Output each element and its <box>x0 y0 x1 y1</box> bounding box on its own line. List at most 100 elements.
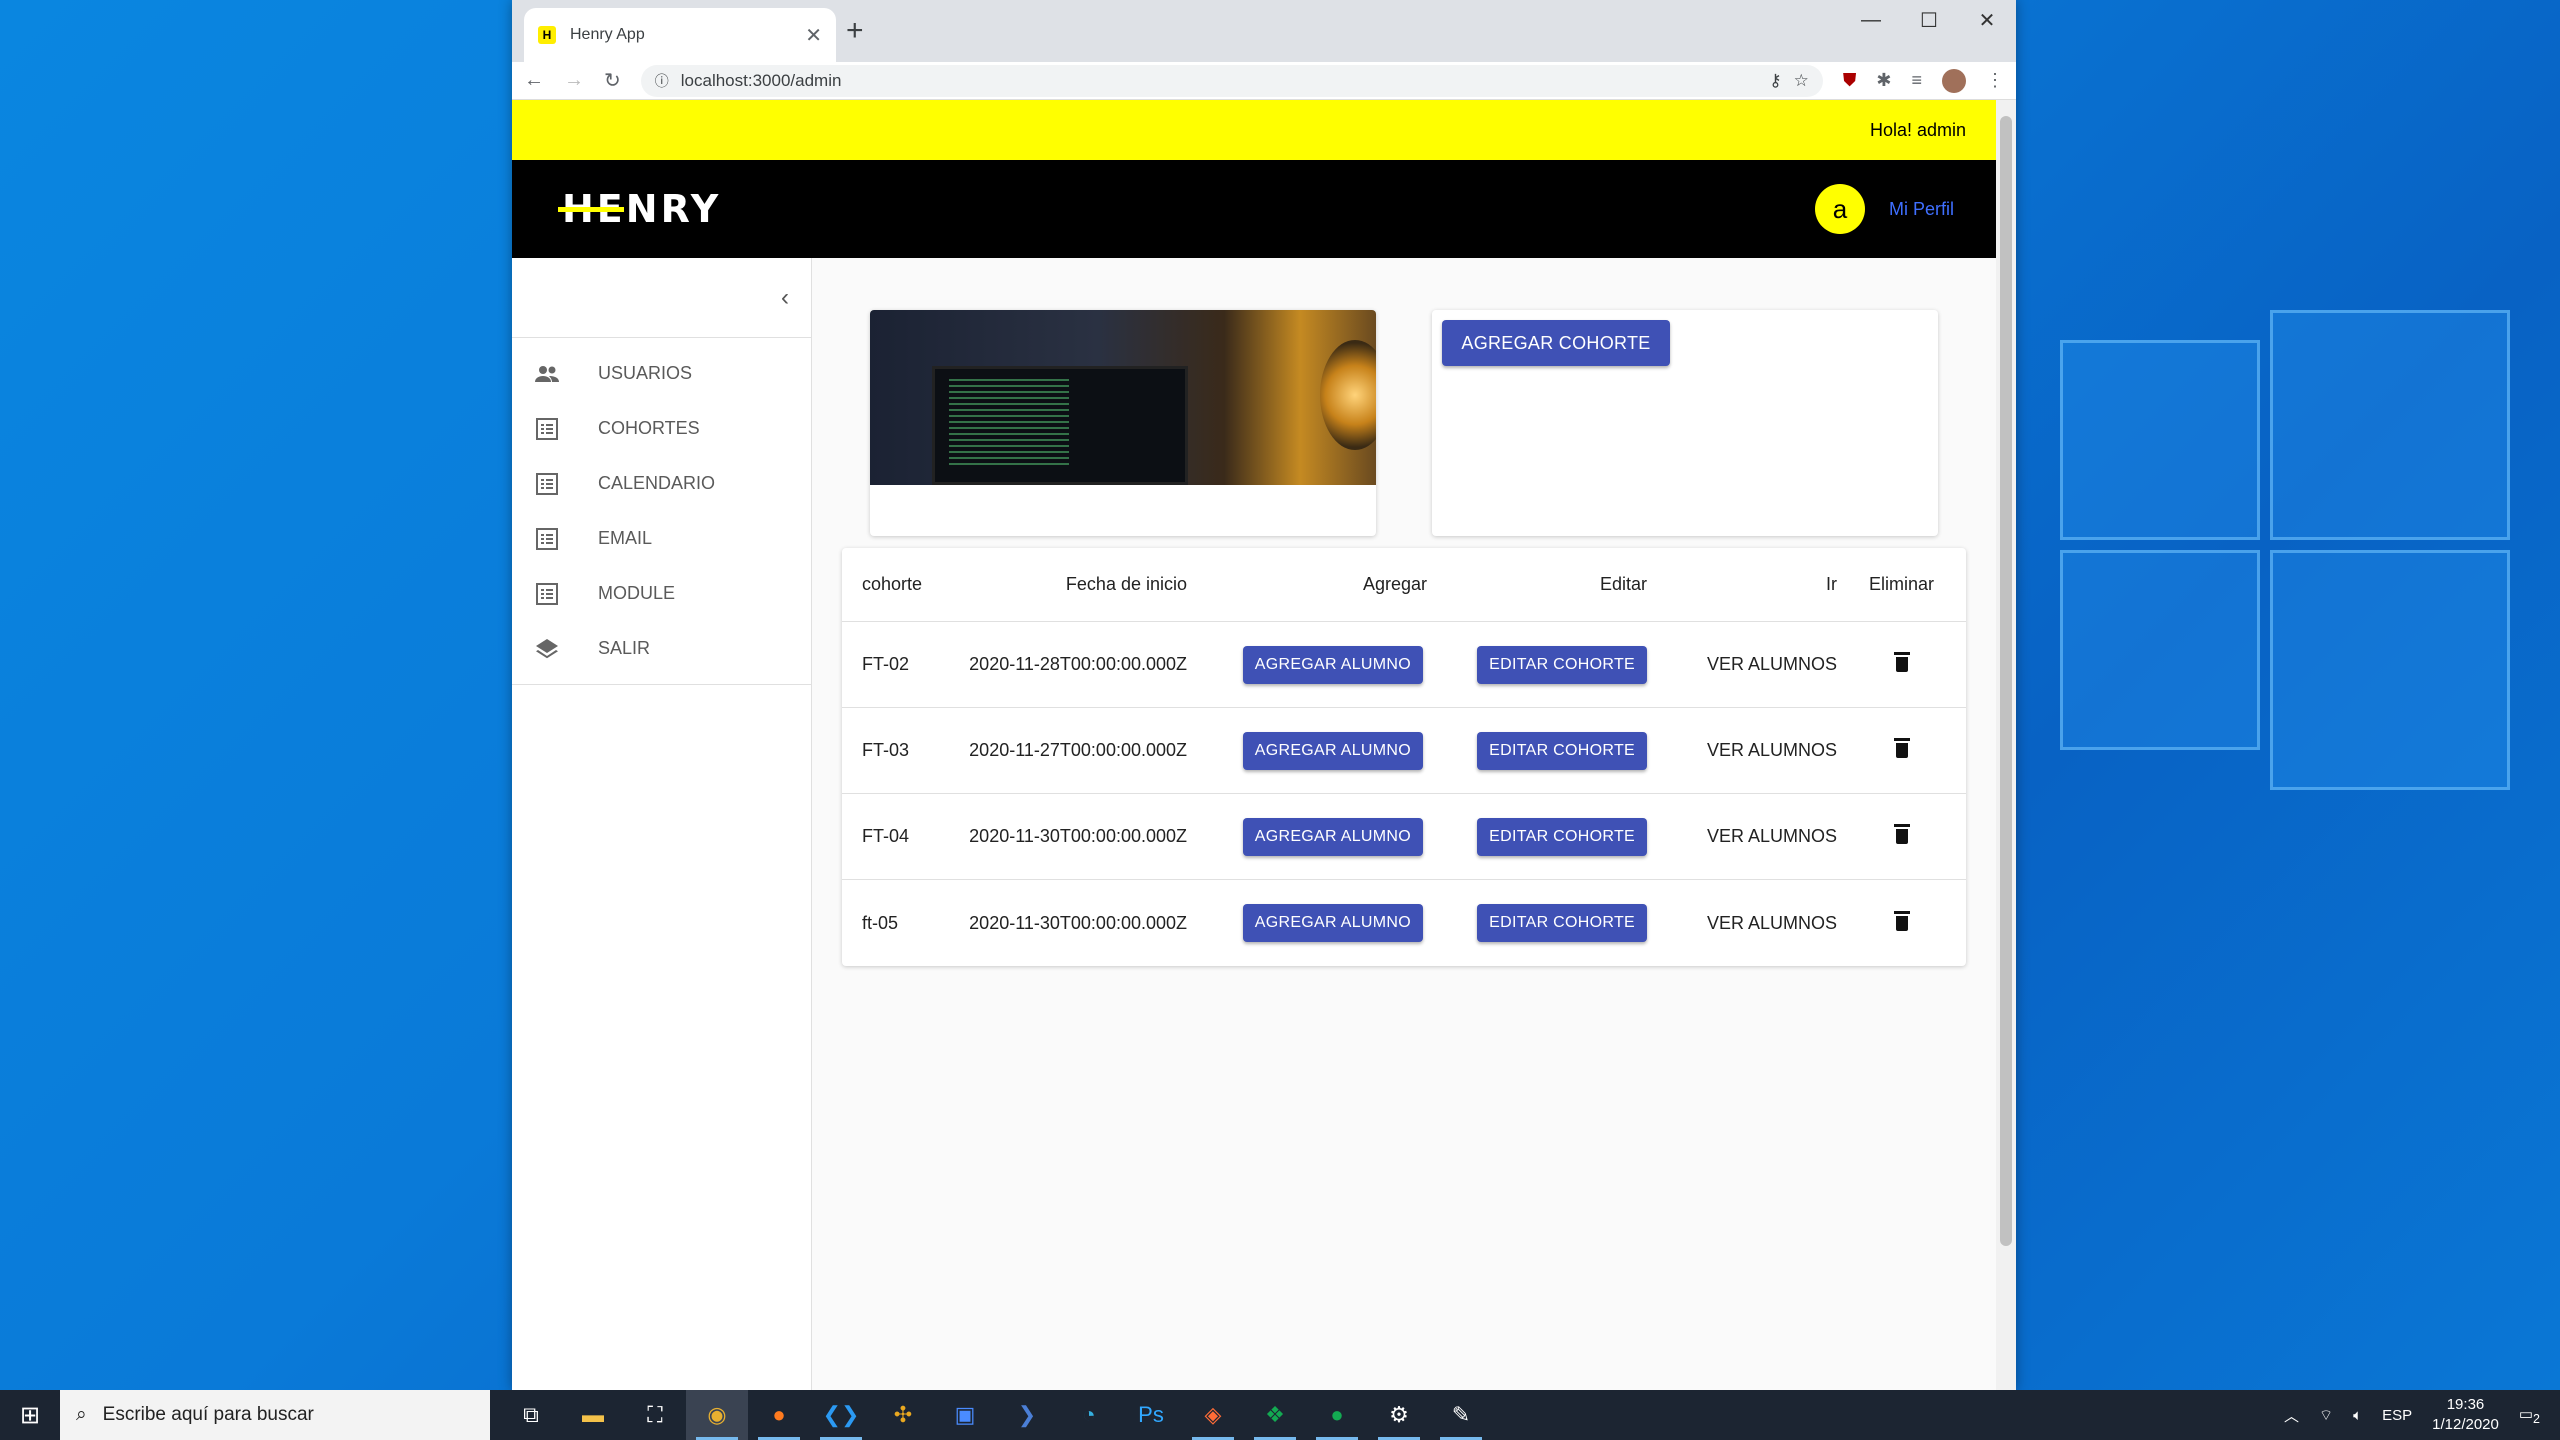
table-row: FT-03 2020-11-27T00:00:00.000Z AGREGAR A… <box>842 708 1966 794</box>
zoom-icon[interactable]: ▣ <box>934 1390 996 1440</box>
view-students-button[interactable]: VER ALUMNOS <box>1647 826 1837 847</box>
sidebar-item-calendario[interactable]: CALENDARIO <box>512 456 811 511</box>
cohort-date: 2020-11-27T00:00:00.000Z <box>969 740 1187 760</box>
store-icon[interactable]: ⛶ <box>624 1390 686 1440</box>
scrollbar-thumb[interactable] <box>2000 116 2012 1246</box>
mongodb-icon[interactable]: ● <box>1306 1390 1368 1440</box>
minimize-icon[interactable]: — <box>1842 0 1900 40</box>
cohort-name: FT-02 <box>862 654 910 674</box>
info-icon[interactable]: ⓘ <box>655 71 669 91</box>
sidebar-item-label: EMAIL <box>598 528 653 548</box>
trash-icon[interactable] <box>1893 910 1910 931</box>
view-students-button[interactable]: VER ALUMNOS <box>1647 654 1837 675</box>
volume-icon[interactable]: 🔈︎ <box>2353 1407 2362 1424</box>
list-icon <box>534 471 560 497</box>
new-tab-icon[interactable]: + <box>846 14 864 48</box>
add-student-button[interactable]: AGREGAR ALUMNO <box>1242 645 1423 684</box>
sidebar-item-label: MODULE <box>598 583 676 603</box>
app-icon[interactable]: ✎ <box>1430 1390 1492 1440</box>
media-icon[interactable]: ≡ <box>1911 70 1922 91</box>
address-bar: ← → ↻ ⓘ localhost:3000/admin ⚷ ☆ ⛊ ✱ ≡ ⋮ <box>512 62 2016 100</box>
layers-icon <box>534 636 560 662</box>
trash-icon[interactable] <box>1893 738 1910 758</box>
postman-icon[interactable]: ◈ <box>1182 1390 1244 1440</box>
maximize-icon[interactable]: ☐ <box>1900 0 1958 40</box>
cohorts-table: cohorte Fecha de inicio Agregar Editar I… <box>842 548 1966 966</box>
forward-icon[interactable]: → <box>564 69 584 92</box>
language-indicator[interactable]: ESP <box>2382 1407 2412 1424</box>
header-agregar: Agregar <box>1362 574 1427 594</box>
profile-area: a Mi Perfil <box>1814 184 1954 234</box>
sidebar-header: ‹ <box>512 258 811 338</box>
ublock-icon[interactable]: ⛊ <box>1843 70 1857 91</box>
add-cohort-button[interactable]: AGREGAR COHORTE <box>1442 320 1670 366</box>
profile-avatar-icon[interactable] <box>1942 68 1966 93</box>
add-student-button[interactable]: AGREGAR ALUMNO <box>1242 904 1423 942</box>
sidebar-item-salir[interactable]: SALIR <box>512 621 811 676</box>
search-placeholder: Escribe aquí para buscar <box>102 1404 314 1425</box>
settings-icon[interactable]: ⚙ <box>1368 1390 1430 1440</box>
photoshop-icon[interactable]: Ps <box>1120 1390 1182 1440</box>
chevron-up-icon[interactable]: ︿ <box>2284 1405 2299 1426</box>
table-row: FT-04 2020-11-30T00:00:00.000Z AGREGAR A… <box>842 794 1966 880</box>
collapse-chevron-icon[interactable]: ‹ <box>781 284 789 312</box>
chrome-icon[interactable]: ◉ <box>686 1390 748 1440</box>
omnibox[interactable]: ⓘ localhost:3000/admin ⚷ ☆ <box>640 64 1823 97</box>
view-students-button[interactable]: VER ALUMNOS <box>1647 740 1837 761</box>
file-explorer-icon[interactable]: ▬ <box>562 1390 624 1440</box>
puzzle-extensions-icon[interactable]: ✱ <box>1876 70 1891 91</box>
vscode-icon[interactable]: ❮❯ <box>810 1390 872 1440</box>
reload-icon[interactable]: ↻ <box>604 68 621 93</box>
notifications-icon[interactable]: ▭2 <box>2519 1405 2540 1426</box>
taskbar-search[interactable]: ⌕ Escribe aquí para buscar <box>60 1390 490 1440</box>
greeting-bar: Hola! admin <box>512 100 1996 160</box>
edit-cohort-button[interactable]: EDITAR COHORTE <box>1477 904 1647 942</box>
sidebar-item-email[interactable]: EMAIL <box>512 511 811 566</box>
greeting-text: Hola! admin <box>1869 119 1966 140</box>
sidebar-item-usuarios[interactable]: USUARIOS <box>512 346 811 401</box>
sidebar-item-module[interactable]: MODULE <box>512 566 811 621</box>
edit-cohort-button[interactable]: EDITAR COHORTE <box>1477 645 1647 684</box>
clock[interactable]: 19:36 1/12/2020 <box>2432 1395 2499 1435</box>
firefox-icon[interactable]: ● <box>748 1390 810 1440</box>
trash-icon[interactable] <box>1893 652 1910 672</box>
add-student-button[interactable]: AGREGAR ALUMNO <box>1242 731 1423 770</box>
menu-icon[interactable]: ⋮ <box>1986 70 2004 91</box>
mongodb-compass-icon[interactable]: ❖ <box>1244 1390 1306 1440</box>
add-cohort-card: AGREGAR COHORTE <box>1432 310 1938 536</box>
browser-tab[interactable]: H Henry App ✕ <box>524 8 836 62</box>
browser-window: H Henry App ✕ + — ☐ ✕ ← → ↻ ⓘ localhost:… <box>512 0 2016 1390</box>
close-window-icon[interactable]: ✕ <box>1958 0 2016 40</box>
key-icon[interactable]: ⚷ <box>1769 71 1781 91</box>
url-text[interactable]: localhost:3000/admin <box>681 71 1757 91</box>
sidebar-item-label: COHORTES <box>598 418 700 438</box>
table-row: ft-05 2020-11-30T00:00:00.000Z AGREGAR A… <box>842 880 1966 966</box>
henry-logo[interactable]: HENRY <box>557 187 721 231</box>
bookmark-star-icon[interactable]: ☆ <box>1794 71 1809 91</box>
edge-icon[interactable]: ◔ <box>1058 1390 1120 1440</box>
header-cohorte: cohorte <box>862 574 923 594</box>
edit-cohort-button[interactable]: EDITAR COHORTE <box>1477 817 1647 856</box>
profile-link[interactable]: Mi Perfil <box>1889 199 1954 220</box>
cohort-date: 2020-11-30T00:00:00.000Z <box>969 826 1187 846</box>
task-view-icon[interactable]: ⧉ <box>500 1390 562 1440</box>
back-icon[interactable]: ← <box>524 69 544 92</box>
trash-icon[interactable] <box>1893 824 1910 844</box>
header-ir: Ir <box>1826 574 1837 594</box>
view-students-button[interactable]: VER ALUMNOS <box>1647 913 1837 934</box>
cohort-name: FT-03 <box>862 740 910 760</box>
close-tab-icon[interactable]: ✕ <box>805 23 822 48</box>
windows-start-icon[interactable]: ⊞ <box>0 1390 60 1440</box>
slack-icon[interactable]: ✣ <box>872 1390 934 1440</box>
network-icon[interactable]: ⌔ <box>2319 1406 2333 1425</box>
list-icon <box>534 581 560 607</box>
sidebar-item-cohortes[interactable]: COHORTES <box>512 401 811 456</box>
clock-time: 19:36 <box>2446 1396 2485 1413</box>
page-scrollbar[interactable] <box>1996 100 2016 1390</box>
powershell-icon[interactable]: ❯ <box>996 1390 1058 1440</box>
edit-cohort-button[interactable]: EDITAR COHORTE <box>1477 731 1647 770</box>
app-header: HENRY a Mi Perfil <box>512 160 1996 258</box>
add-student-button[interactable]: AGREGAR ALUMNO <box>1242 817 1423 856</box>
user-avatar[interactable]: a <box>1814 184 1865 234</box>
sidebar-menu: USUARIOS COHORTES CALENDARIO EMAIL MODUL… <box>512 338 811 685</box>
